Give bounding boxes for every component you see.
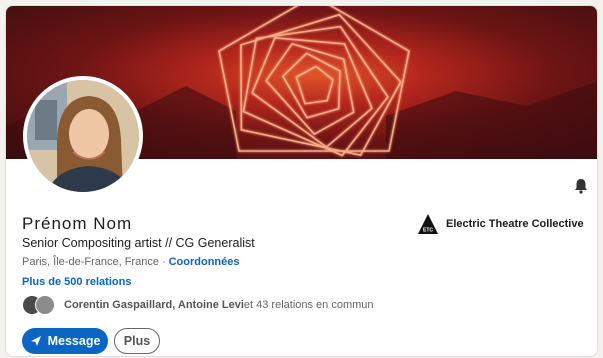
profile-location-row: Paris, Île-de-France, France · Coordonnées xyxy=(22,256,240,268)
profile-avatar[interactable] xyxy=(23,76,143,196)
mutual-count: et 43 relations en commun xyxy=(243,299,374,311)
profile-name: Prénom Nom xyxy=(22,214,133,233)
profile-headline: Senior Compositing artist // CG Generali… xyxy=(22,236,255,250)
company-logo-icon: ETC xyxy=(418,214,438,234)
company-logo-text: ETC xyxy=(423,228,433,234)
message-button-label: Message xyxy=(47,334,101,348)
contact-info-link[interactable]: Coordonnées xyxy=(169,256,240,268)
company-name: Electric Theatre Collective xyxy=(446,218,584,230)
connections-link[interactable]: Plus de 500 relations xyxy=(22,276,131,288)
mutual-connections[interactable]: Corentin Gaspaillard, Antoine Levi et 43… xyxy=(22,294,374,316)
avatar-photo xyxy=(27,80,139,192)
more-button[interactable]: Plus xyxy=(114,328,160,354)
mutual-avatars xyxy=(22,294,58,316)
bell-icon[interactable] xyxy=(572,177,590,195)
profile-card: Prénom Nom Senior Compositing artist // … xyxy=(5,5,598,357)
mutual-avatar xyxy=(35,295,55,315)
mutual-names: Corentin Gaspaillard, Antoine Levi xyxy=(64,299,244,311)
current-company[interactable]: ETC Electric Theatre Collective xyxy=(417,213,584,235)
separator: · xyxy=(161,256,166,268)
location-text: Paris, Île-de-France, France xyxy=(22,256,159,268)
message-button[interactable]: Message xyxy=(22,328,108,354)
paper-plane-icon xyxy=(30,336,41,346)
